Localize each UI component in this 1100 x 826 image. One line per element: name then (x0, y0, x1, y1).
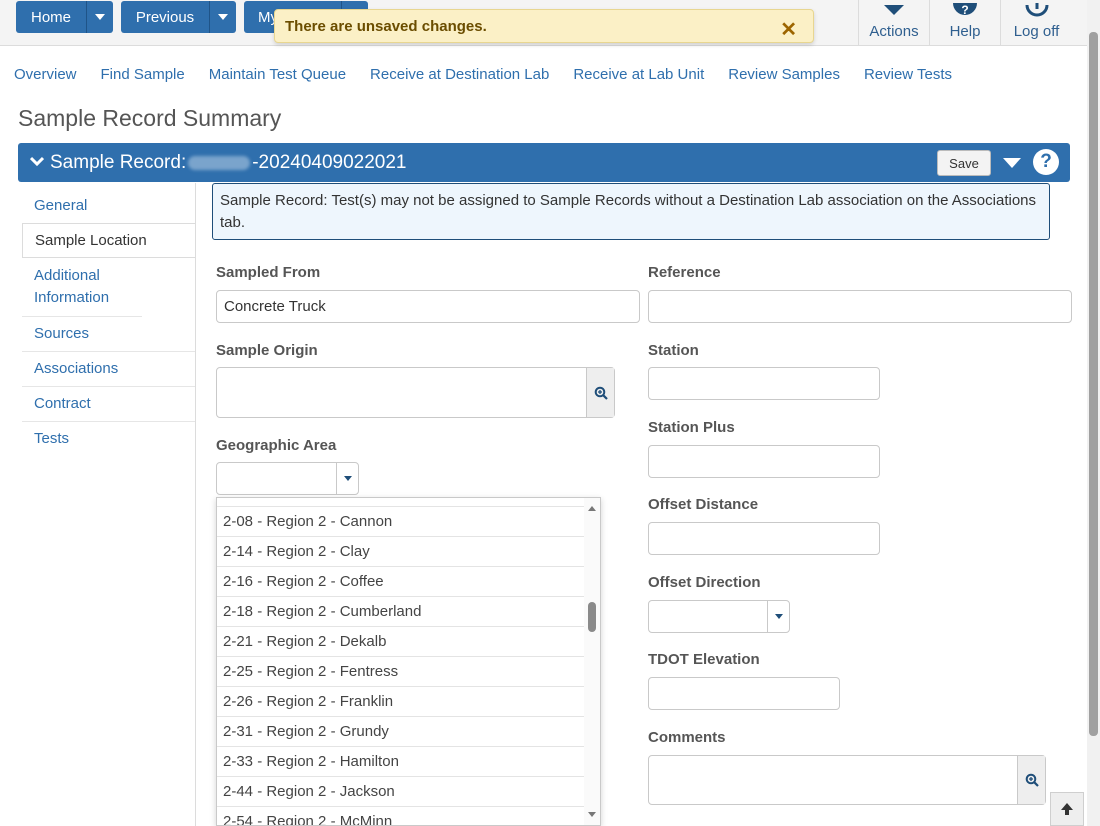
dropdown-option[interactable]: 2-25 - Region 2 - Fentress (217, 657, 586, 687)
scroll-up-icon[interactable] (588, 506, 596, 511)
close-icon[interactable]: ✕ (780, 17, 797, 42)
reference-label: Reference (648, 264, 721, 281)
svg-text:?: ? (961, 3, 968, 17)
tab-general[interactable]: General (22, 189, 196, 223)
offset-direction-label: Offset Direction (648, 574, 761, 591)
save-button[interactable]: Save (937, 150, 991, 176)
dropdown-option[interactable]: 2-16 - Region 2 - Coffee (217, 567, 586, 597)
nav-find-sample[interactable]: Find Sample (101, 66, 185, 83)
sampled-from-label: Sampled From (216, 264, 321, 281)
home-button[interactable]: Home (16, 1, 87, 33)
chevron-down-icon (218, 14, 228, 20)
dropdown-option[interactable]: 2-54 - Region 2 - McMinn (217, 807, 586, 825)
content-divider (195, 183, 196, 826)
scroll-down-icon[interactable] (588, 812, 596, 817)
chevron-down-icon (95, 14, 105, 20)
actions-button[interactable]: Actions (858, 0, 929, 46)
arrow-up-icon (1061, 803, 1073, 815)
nav-review-tests[interactable]: Review Tests (864, 66, 952, 83)
dropdown-option[interactable]: 2-14 - Region 2 - Clay (217, 537, 586, 567)
sample-origin-lookup-button[interactable] (586, 368, 614, 417)
secondary-nav: Overview Find Sample Maintain Test Queue… (14, 66, 976, 83)
help-icon: ? (953, 3, 977, 17)
offset-distance-label: Offset Distance (648, 496, 759, 513)
tab-additional-information[interactable]: Additional Information (22, 265, 142, 317)
station-plus-field[interactable] (648, 445, 880, 478)
dropdown-scroll-thumb[interactable] (588, 602, 596, 632)
dropdown-option[interactable]: 2-44 - Region 2 - Jackson (217, 777, 586, 807)
record-menu-chevron-icon[interactable] (1003, 158, 1021, 168)
nav-overview[interactable]: Overview (14, 66, 77, 83)
section-tabs: General Sample Location Additional Infor… (18, 183, 196, 826)
dropdown-scrollbar[interactable] (584, 498, 600, 825)
previous-split-button: Previous (121, 1, 236, 33)
previous-dropdown-button[interactable] (210, 1, 236, 33)
nav-review-samples[interactable]: Review Samples (728, 66, 840, 83)
tab-associations[interactable]: Associations (22, 352, 196, 387)
geographic-area-dropdown: 2-08 - Region 2 - Cannon 2-14 - Region 2… (216, 497, 601, 826)
station-field[interactable] (648, 367, 880, 400)
geographic-area-select[interactable] (216, 462, 359, 495)
dropdown-option[interactable]: 2-21 - Region 2 - Dekalb (217, 627, 586, 657)
toast-message: There are unsaved changes. (285, 17, 487, 35)
dropdown-option[interactable]: 2-18 - Region 2 - Cumberland (217, 597, 586, 627)
dropdown-option[interactable]: 2-31 - Region 2 - Grundy (217, 717, 586, 747)
dropdown-option[interactable]: 2-08 - Region 2 - Cannon (217, 507, 586, 537)
logoff-label: Log off (1013, 23, 1060, 40)
comments-lookup-button[interactable] (1017, 756, 1045, 804)
record-title: Sample Record: -20240409022021 (50, 152, 407, 174)
sample-origin-label: Sample Origin (216, 342, 318, 359)
tab-sample-location[interactable]: Sample Location (22, 223, 196, 258)
help-label: Help (949, 23, 981, 40)
search-icon (1025, 773, 1039, 787)
nav-receive-at-destination-lab[interactable]: Receive at Destination Lab (370, 66, 549, 83)
home-split-button: Home (16, 1, 113, 33)
offset-direction-select[interactable] (648, 600, 790, 633)
record-help-icon[interactable]: ? (1033, 149, 1059, 175)
chevron-down-icon[interactable] (767, 601, 789, 632)
record-title-prefix: Sample Record: (50, 152, 187, 173)
station-label: Station (648, 342, 699, 359)
offset-distance-field[interactable] (648, 522, 880, 555)
chevron-down-icon[interactable] (30, 153, 44, 171)
tab-sources[interactable]: Sources (22, 317, 196, 352)
record-title-suffix: -20240409022021 (252, 152, 407, 173)
reference-field[interactable] (648, 290, 1072, 323)
power-icon (1025, 3, 1048, 17)
dropdown-option[interactable]: 2-33 - Region 2 - Hamilton (217, 747, 586, 777)
actions-icon (884, 5, 904, 15)
nav-maintain-test-queue[interactable]: Maintain Test Queue (209, 66, 346, 83)
actions-label: Actions (869, 23, 919, 40)
tab-contract[interactable]: Contract (22, 387, 196, 422)
sample-origin-field[interactable] (216, 367, 615, 418)
nav-receive-at-lab-unit[interactable]: Receive at Lab Unit (573, 66, 704, 83)
page-title: Sample Record Summary (18, 105, 282, 131)
help-button[interactable]: ? Help (929, 0, 1000, 46)
info-message: Sample Record: Test(s) may not be assign… (212, 183, 1050, 240)
sampled-from-field[interactable]: Concrete Truck (216, 290, 640, 323)
redacted-id (188, 155, 251, 170)
tdot-elevation-label: TDOT Elevation (648, 651, 760, 668)
unsaved-changes-toast: There are unsaved changes. ✕ (274, 9, 814, 43)
tab-tests[interactable]: Tests (22, 422, 196, 457)
scroll-to-top-button[interactable] (1050, 792, 1084, 826)
tdot-elevation-field[interactable] (648, 677, 840, 710)
dropdown-option-partial[interactable] (217, 498, 586, 507)
sample-record-header: Sample Record: -20240409022021 Save ? (18, 143, 1070, 182)
station-plus-label: Station Plus (648, 419, 735, 436)
previous-button[interactable]: Previous (121, 1, 210, 33)
page-scroll-thumb[interactable] (1089, 32, 1098, 736)
chevron-down-icon[interactable] (336, 463, 358, 494)
logoff-button[interactable]: Log off (1000, 0, 1072, 46)
home-dropdown-button[interactable] (87, 1, 113, 33)
dropdown-option[interactable]: 2-26 - Region 2 - Franklin (217, 687, 586, 717)
page-scrollbar[interactable] (1087, 0, 1100, 826)
comments-field[interactable] (648, 755, 1046, 805)
geographic-area-label: Geographic Area (216, 437, 337, 454)
comments-label: Comments (648, 729, 726, 746)
search-icon (594, 386, 608, 400)
